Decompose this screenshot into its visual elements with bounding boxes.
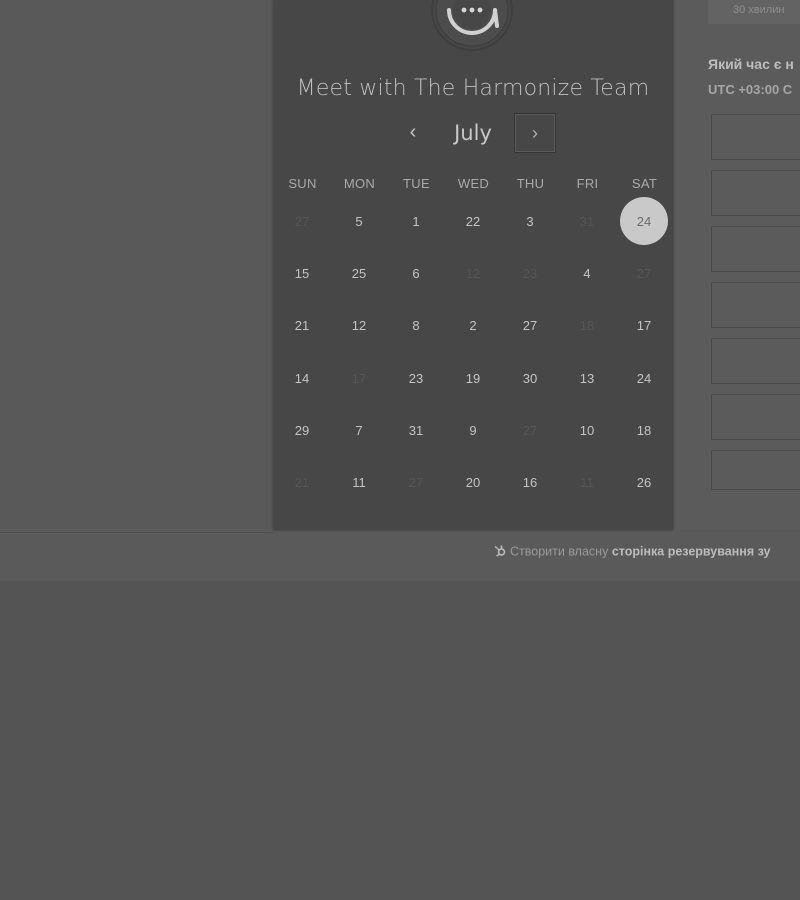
calendar-day: 23 — [522, 265, 538, 281]
time-slot[interactable] — [711, 114, 800, 160]
calendar-day: 27 — [408, 474, 424, 490]
calendar-day: 27 — [636, 265, 652, 281]
calendar-day: 27 — [294, 213, 310, 229]
calendar-day[interactable]: 20 — [449, 458, 497, 506]
calendar-day[interactable]: 1 — [392, 197, 440, 245]
time-question-heading: Який час є н — [708, 56, 794, 72]
footer-bar: Створити власну сторінка резервування зу — [273, 532, 800, 578]
calendar-day[interactable]: 23 — [392, 354, 440, 402]
time-slot[interactable] — [711, 394, 800, 440]
time-slot[interactable] — [711, 450, 800, 490]
calendar-day[interactable]: 16 — [506, 458, 554, 506]
calendar-day[interactable]: 18 — [620, 406, 668, 454]
time-slot[interactable] — [711, 338, 800, 384]
calendar-day[interactable]: 25 — [335, 249, 383, 297]
next-month-button[interactable]: › — [514, 113, 556, 153]
timezone-selector[interactable]: UTC +03:00 С — [708, 82, 800, 97]
footer-text: Створити власну — [510, 544, 609, 559]
calendar-day-selected[interactable]: 24 — [620, 197, 668, 245]
calendar-day[interactable]: 10 — [563, 406, 611, 454]
calendar-day[interactable]: 6 — [392, 249, 440, 297]
month-navigation: ‹ July › — [273, 112, 673, 154]
month-label: July — [454, 121, 492, 145]
calendar-day[interactable]: 14 — [278, 354, 326, 402]
calendar-day[interactable]: 11 — [335, 458, 383, 506]
calendar-day: 27 — [522, 422, 538, 438]
calendar-day: 12 — [465, 265, 481, 281]
calendar-day[interactable]: 3 — [506, 197, 554, 245]
calendar-day[interactable]: 19 — [449, 354, 497, 402]
calendar-day[interactable]: 21 — [278, 301, 326, 349]
calendar-day[interactable]: 15 — [278, 249, 326, 297]
time-slot[interactable] — [711, 226, 800, 272]
calendar-day[interactable]: 17 — [620, 301, 668, 349]
calendar-day: 31 — [579, 213, 595, 229]
calendar-day[interactable]: 31 — [392, 406, 440, 454]
calendar-day: 17 — [351, 370, 367, 386]
calendar-day[interactable]: 24 — [620, 354, 668, 402]
team-avatar — [431, 0, 513, 60]
footer-link[interactable]: Створити власну сторінка резервування зу — [493, 544, 770, 560]
calendar-day[interactable]: 9 — [449, 406, 497, 454]
calendar-day[interactable]: 27 — [506, 301, 554, 349]
calendar-day: 18 — [579, 317, 595, 333]
meeting-title: Meet with The Harmonize Team — [296, 76, 650, 101]
chat-logo-icon — [431, 0, 513, 51]
calendar-day: 21 — [294, 474, 310, 490]
weekday-wed: WED — [457, 176, 490, 191]
hubspot-sprocket-icon — [493, 544, 506, 560]
time-slot[interactable] — [711, 282, 800, 328]
calendar-day[interactable]: 12 — [335, 301, 383, 349]
calendar-days-grid: 27 5 1 22 3 31 24 15 25 6 12 23 4 27 21 12 8 2 27 18 17 14 17 2… — [273, 196, 673, 516]
calendar-day[interactable]: 22 — [449, 197, 497, 245]
calendar-day[interactable]: 29 — [278, 406, 326, 454]
calendar-day[interactable]: 26 — [620, 458, 668, 506]
calendar-day[interactable]: 13 — [563, 354, 611, 402]
weekday-sun: SUN — [288, 176, 317, 191]
duration-tab[interactable]: 30 хвилин — [708, 0, 800, 24]
weekday-tue: TUE — [403, 176, 430, 191]
calendar-day[interactable]: 5 — [335, 197, 383, 245]
calendar-day[interactable]: 2 — [449, 301, 497, 349]
weekday-header: SUN MON TUE WED THU FRI SAT — [273, 176, 673, 196]
calendar-day[interactable]: 30 — [506, 354, 554, 402]
weekday-mon: MON — [343, 176, 376, 191]
prev-month-button[interactable]: ‹ — [403, 120, 423, 144]
calendar-day[interactable]: 7 — [335, 406, 383, 454]
time-slot[interactable] — [711, 170, 800, 216]
weekday-sat: SAT — [631, 176, 658, 191]
calendar-day: 11 — [580, 474, 594, 490]
calendar-day[interactable]: 8 — [392, 301, 440, 349]
weekday-fri: FRI — [576, 176, 599, 191]
calendar-day[interactable]: 4 — [563, 249, 611, 297]
footer-bold-text: сторінка резервування зу — [611, 544, 771, 559]
weekday-thu: THU — [516, 176, 545, 191]
